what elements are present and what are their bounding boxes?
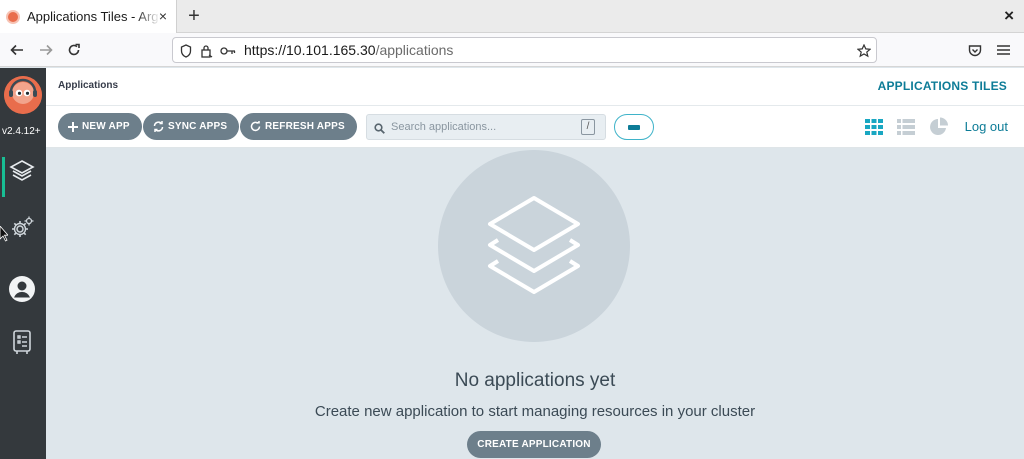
sidebar-item-applications[interactable] — [7, 157, 37, 187]
back-button[interactable] — [6, 39, 28, 61]
docs-icon — [13, 330, 31, 354]
plus-icon — [68, 121, 78, 132]
reload-button[interactable] — [63, 39, 85, 61]
search-input[interactable]: Search applications... / — [366, 114, 606, 140]
arrow-left-icon — [10, 44, 23, 56]
menu-button[interactable] — [992, 39, 1014, 61]
applications-content: No applications yet Create new applicati… — [46, 149, 1024, 459]
arrow-right-icon — [40, 44, 53, 56]
sidebar: v2.4.12+ — [0, 68, 46, 459]
grid-icon — [865, 119, 883, 135]
empty-state-illustration — [438, 150, 630, 342]
mouse-cursor-icon — [0, 225, 9, 247]
applications-toolbar: NEW APP SYNC APPS REFRESH APPS Search ap… — [46, 106, 1024, 148]
pie-chart-icon — [930, 117, 948, 135]
refresh-apps-label: REFRESH APPS — [265, 121, 345, 132]
bookmark-star-icon[interactable] — [856, 43, 872, 59]
breadcrumb-title[interactable]: Applications — [58, 80, 118, 91]
layers-icon — [8, 160, 35, 181]
new-app-button[interactable]: NEW APP — [58, 113, 142, 140]
filters-toggle-button[interactable] — [614, 114, 654, 140]
search-icon — [374, 121, 385, 139]
gear-icon — [12, 216, 34, 237]
user-circle-icon — [9, 276, 35, 302]
shield-icon[interactable] — [178, 43, 194, 59]
tab-close-icon[interactable]: × — [155, 8, 171, 24]
argo-octopus-icon — [4, 76, 42, 114]
sidebar-item-user-info[interactable] — [7, 274, 37, 304]
argo-favicon-icon — [6, 9, 20, 24]
sidebar-active-indicator — [2, 157, 5, 197]
url-path: /applications — [375, 42, 454, 58]
browser-tabbar: Applications Tiles - Argo CD × + × — [0, 0, 1024, 33]
empty-state-title: No applications yet — [454, 370, 616, 391]
sidebar-item-settings[interactable] — [7, 213, 37, 243]
tiles-view-button[interactable] — [864, 117, 884, 137]
new-tab-button[interactable]: + — [184, 5, 204, 27]
lock-icon[interactable] — [198, 43, 214, 59]
version-label: v2.4.12+ — [2, 126, 41, 137]
search-placeholder: Search applications... — [391, 121, 497, 133]
sync-apps-label: SYNC APPS — [168, 121, 228, 132]
list-view-button[interactable] — [896, 117, 916, 137]
new-app-label: NEW APP — [82, 121, 130, 132]
window-close-button[interactable]: × — [1004, 6, 1014, 26]
browser-tab[interactable]: Applications Tiles - Argo CD × — [0, 0, 177, 33]
reload-icon — [68, 43, 80, 56]
refresh-apps-button[interactable]: REFRESH APPS — [240, 113, 357, 140]
pocket-icon — [968, 44, 982, 56]
sync-apps-button[interactable]: SYNC APPS — [143, 113, 240, 140]
argo-logo[interactable] — [4, 76, 42, 114]
url-host: https://10.101.165.30 — [244, 42, 376, 58]
layers-icon — [488, 196, 580, 294]
create-application-button[interactable]: CREATE APPLICATION — [467, 431, 601, 458]
page-header: Applications APPLICATIONS TILES — [46, 68, 1024, 106]
summary-view-button[interactable] — [929, 117, 949, 137]
hamburger-icon — [996, 45, 1010, 55]
forward-button[interactable] — [35, 39, 57, 61]
browser-navbar: https://10.101.165.30/applications — [0, 33, 1024, 67]
empty-state-subtitle: Create new application to start managing… — [314, 403, 756, 420]
search-shortcut-hint: / — [581, 119, 595, 135]
url-text[interactable]: https://10.101.165.30/applications — [244, 42, 453, 58]
view-title: APPLICATIONS TILES — [877, 79, 1007, 93]
filter-minus-icon — [628, 124, 640, 130]
refresh-icon — [250, 121, 261, 132]
logout-link[interactable]: Log out — [965, 119, 1008, 134]
sidebar-item-documentation[interactable] — [7, 327, 37, 357]
key-icon[interactable] — [220, 43, 236, 59]
pocket-button[interactable] — [964, 39, 986, 61]
sync-icon — [153, 121, 164, 132]
address-bar[interactable]: https://10.101.165.30/applications — [172, 37, 877, 63]
list-icon — [897, 119, 915, 135]
tab-title: Applications Tiles - Argo CD — [27, 9, 160, 24]
